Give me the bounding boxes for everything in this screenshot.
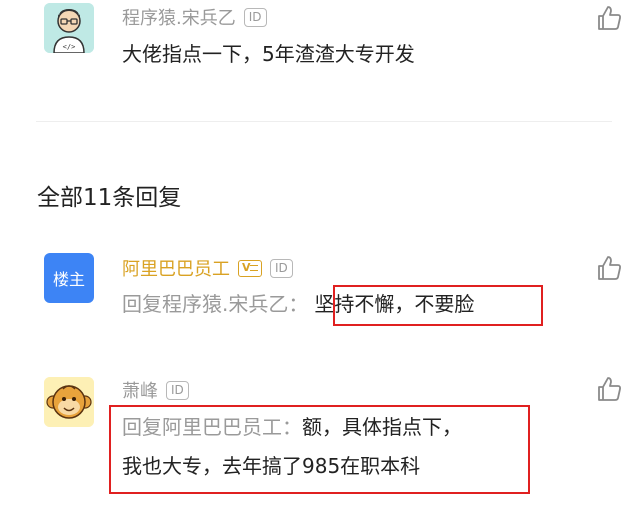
highlight-box: [109, 405, 530, 494]
reply-author-name[interactable]: 阿里巴巴员工: [122, 255, 230, 281]
reply-prefix[interactable]: 回复程序猿.宋兵乙：: [122, 292, 308, 316]
svg-text:</>: </>: [63, 43, 76, 51]
owner-badge-label: 楼主: [52, 270, 85, 289]
id-badge: ID: [270, 258, 293, 278]
thumbs-up-icon[interactable]: [595, 375, 623, 403]
post-text: 大佬指点一下，5年渣渣大专开发: [122, 42, 415, 66]
highlight-box: [333, 285, 543, 326]
thumbs-up-icon[interactable]: [595, 254, 623, 282]
post-author[interactable]: 程序猿.宋兵乙 ID: [122, 5, 267, 29]
thumbs-up-icon[interactable]: [595, 4, 623, 32]
monkey-avatar-icon[interactable]: [44, 377, 94, 427]
divider: [36, 121, 612, 122]
reply-author[interactable]: 萧峰 ID: [122, 378, 189, 402]
coder-avatar-icon[interactable]: </>: [44, 3, 94, 53]
post-author-name[interactable]: 程序猿.宋兵乙: [122, 4, 236, 30]
owner-avatar[interactable]: 楼主: [44, 253, 94, 303]
id-badge: ID: [166, 380, 189, 400]
vip-card-icon: V: [238, 259, 262, 277]
id-badge: ID: [243, 7, 267, 27]
reply-author-name[interactable]: 萧峰: [122, 377, 158, 403]
replies-header: 全部11条回复: [37, 185, 182, 211]
reply-author[interactable]: 阿里巴巴员工 V ID: [122, 256, 293, 280]
